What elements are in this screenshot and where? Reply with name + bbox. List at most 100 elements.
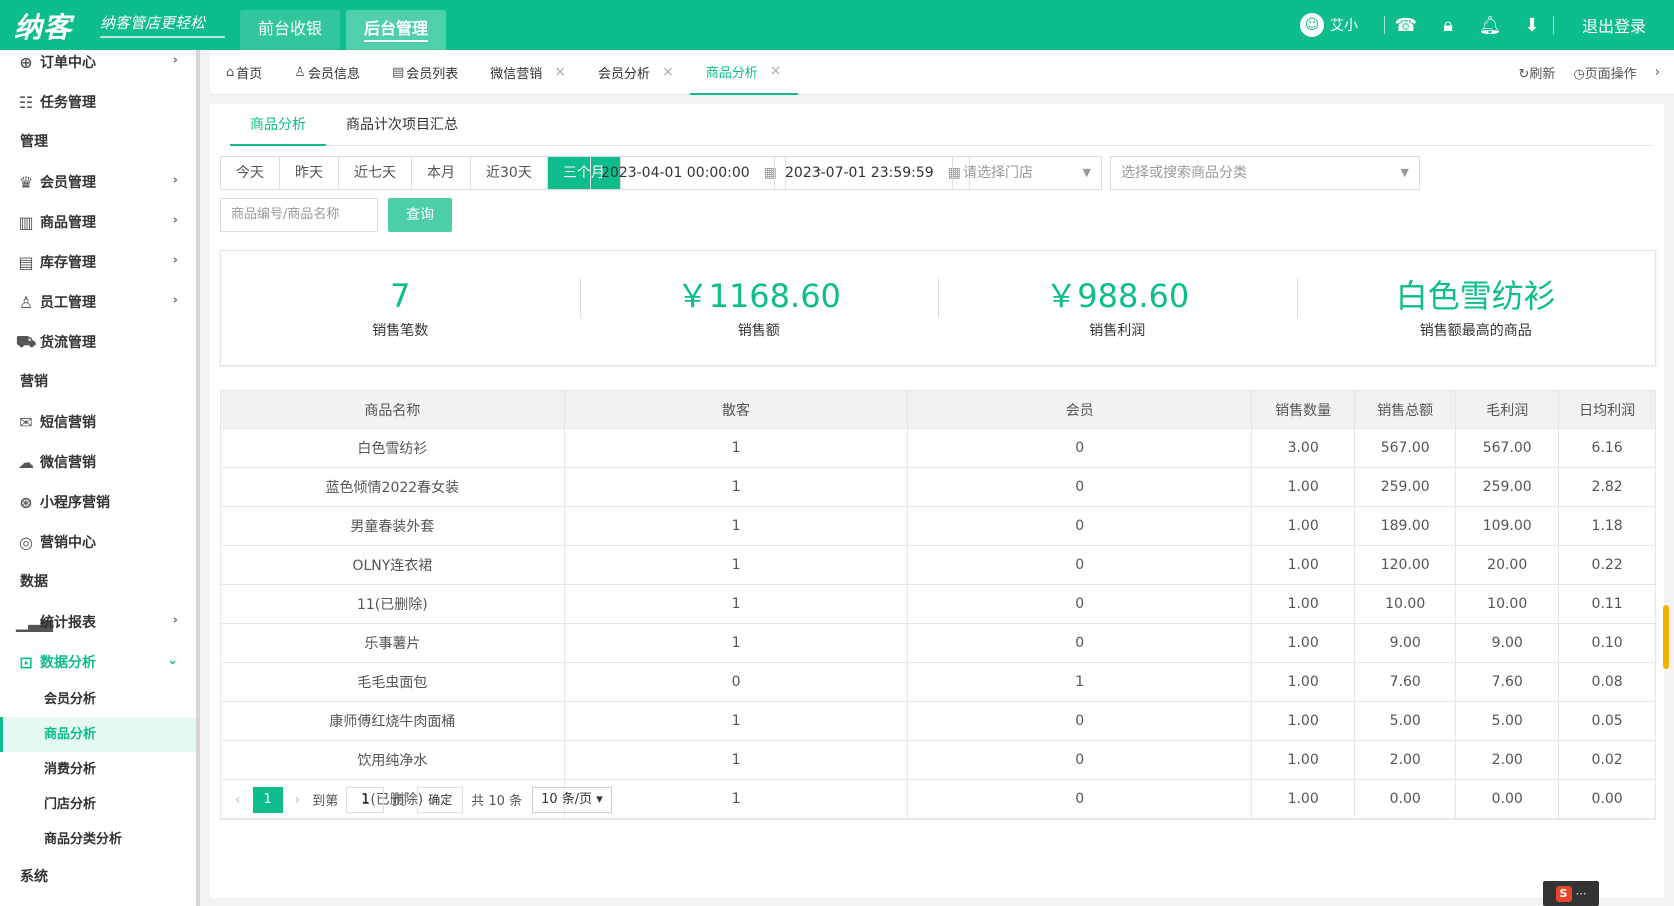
brand-logo[interactable]: 纳客 <box>14 6 72 46</box>
logout-button[interactable]: 退出登录 <box>1554 13 1674 37</box>
subtab-count-summary[interactable]: 商品计次项目汇总 <box>326 104 478 146</box>
cell: 男童春装外套 <box>220 506 565 546</box>
close-icon[interactable]: × <box>770 63 782 79</box>
goto-label: 到第 <box>312 794 339 809</box>
col-gross-profit[interactable]: 毛利润 <box>1455 390 1560 429</box>
prev-page-icon[interactable]: ‹ <box>235 792 241 808</box>
cell: 10.00 <box>1354 584 1457 624</box>
range-7days[interactable]: 近七天 <box>339 157 412 189</box>
top-bar: 纳客 纳客管店更轻松 前台收银 后台管理 ☺ 艾小 ☎ 🔒︎ 🔔︎ ⬇ 退出登录 <box>0 0 1674 50</box>
tab-member-info[interactable]: ♙ 会员信息 <box>278 50 376 95</box>
cell: 0.11 <box>1558 584 1656 624</box>
page-scrollbar-thumb[interactable] <box>1663 605 1669 669</box>
table-row[interactable]: 蓝色倾情2022春女装 1 0 1.00 259.00 259.00 2.82 <box>220 467 1656 507</box>
total-count: 共 10 条 <box>471 794 523 809</box>
table-row[interactable]: 毛毛虫面包 0 1 1.00 7.60 7.60 0.08 <box>220 662 1656 702</box>
col-qty[interactable]: 销售数量 <box>1251 390 1356 429</box>
sidebar-item-logistics[interactable]: ⛟ 货流管理 <box>0 322 200 362</box>
cell: 1 <box>563 545 909 585</box>
table-row[interactable]: 11(已删除) 1 0 1.00 10.00 10.00 0.11 <box>220 584 1656 624</box>
cell: 1.00 <box>1251 467 1356 507</box>
cell: 1 <box>563 701 909 741</box>
table-row[interactable]: 男童春装外套 1 0 1.00 189.00 109.00 1.18 <box>220 506 1656 546</box>
bell-icon[interactable]: 🔔︎ <box>1469 15 1511 36</box>
range-this-month[interactable]: 本月 <box>412 157 471 189</box>
range-today[interactable]: 今天 <box>221 157 280 189</box>
table-row[interactable]: 康师傅红烧牛肉面桶 1 0 1.00 5.00 5.00 0.05 <box>220 701 1656 741</box>
chevron-right-icon[interactable]: › <box>1655 65 1660 80</box>
truck-icon: ⛟ <box>16 331 37 351</box>
sub-tabs: 商品分析 商品计次项目汇总 <box>230 104 1654 146</box>
tab-wechat[interactable]: 微信营销 × <box>474 50 582 95</box>
col-goods-name[interactable]: 商品名称 <box>220 390 565 429</box>
tab-goods-analysis[interactable]: 商品分析 × <box>689 50 798 95</box>
next-page-icon[interactable]: › <box>295 792 301 808</box>
goods-search-input[interactable]: 商品编号/商品名称 <box>220 198 378 232</box>
table-row[interactable]: 白色雪纺衫 1 0 3.00 567.00 567.00 6.16 <box>220 428 1656 468</box>
sidebar-sub-store-analysis[interactable]: 门店分析 <box>0 787 200 822</box>
cell: 0 <box>907 506 1253 546</box>
page-label: 页 <box>392 794 406 809</box>
sidebar-scrollbar[interactable] <box>196 50 200 906</box>
sidebar-item-marketing-center[interactable]: ◎ 营销中心 <box>0 522 200 562</box>
sidebar-sub-category-analysis[interactable]: 商品分类分析 <box>0 822 200 857</box>
subtab-goods-analysis[interactable]: 商品分析 <box>230 104 326 146</box>
page-ops-button[interactable]: ◷页面操作 <box>1573 63 1636 82</box>
tab-member-list[interactable]: ▤ 会员列表 <box>376 50 474 95</box>
sidebar-item-sms[interactable]: ✉ 短信营销 <box>0 402 200 442</box>
sidebar-item-reports[interactable]: ▁▃▅ 统计报表 › <box>0 602 200 642</box>
goods-icon: ▥ <box>18 212 34 232</box>
sidebar-item-staff[interactable]: ♙ 员工管理 › <box>0 282 200 322</box>
query-button[interactable]: 查询 <box>388 198 452 232</box>
cell: 0 <box>907 740 1253 780</box>
table-row[interactable]: OLNY连衣裙 1 0 1.00 120.00 20.00 0.22 <box>220 545 1656 585</box>
sidebar-sub-member-analysis[interactable]: 会员分析 <box>0 682 200 717</box>
tab-member-analysis[interactable]: 会员分析 × <box>582 50 690 95</box>
end-date-input[interactable]: 2023-07-01 23:59:59 ▦ <box>774 156 970 190</box>
sidebar-item-task[interactable]: ☷ 任务管理 <box>0 82 200 122</box>
start-date-input[interactable]: 2023-04-01 00:00:00 ▦ <box>590 156 786 190</box>
table-row[interactable]: 饮用纯净水 1 0 1.00 2.00 2.00 0.02 <box>220 740 1656 780</box>
headset-icon[interactable]: ☎ <box>1385 15 1427 36</box>
lock-icon[interactable]: 🔒︎ <box>1427 15 1469 36</box>
caret-down-icon: ▼ <box>1082 166 1091 179</box>
page-jump-input[interactable]: 1 <box>346 786 385 813</box>
cell: 0.10 <box>1558 623 1656 663</box>
sidebar-item-goods[interactable]: ▥ 商品管理 › <box>0 202 200 242</box>
close-icon[interactable]: × <box>662 64 674 80</box>
range-30days[interactable]: 近30天 <box>471 157 548 189</box>
range-yesterday[interactable]: 昨天 <box>280 157 339 189</box>
sidebar-group-marketing: 营销 <box>20 374 48 390</box>
sidebar-sub-consume-analysis[interactable]: 消费分析 <box>0 752 200 787</box>
nav-backend-admin[interactable]: 后台管理 <box>346 10 446 50</box>
user-avatar[interactable]: ☺ <box>1300 13 1324 37</box>
col-daily-profit[interactable]: 日均利润 <box>1558 390 1656 429</box>
download-icon[interactable]: ⬇ <box>1511 15 1553 36</box>
close-icon[interactable]: × <box>554 64 566 80</box>
col-member[interactable]: 会员 <box>907 390 1253 429</box>
sidebar-item-wechat[interactable]: ☁ 微信营销 <box>0 442 200 482</box>
nav-front-cashier[interactable]: 前台收银 <box>240 10 340 50</box>
sidebar-item-miniprogram[interactable]: ⊛ 小程序营销 <box>0 482 200 522</box>
col-walk-in[interactable]: 散客 <box>563 390 909 429</box>
stat-sales-amount: ￥1168.60 销售额 <box>579 276 939 340</box>
cell: 0.02 <box>1558 740 1656 780</box>
page-size-select[interactable]: 10 条/页 ▾ <box>532 786 612 813</box>
page-confirm-button[interactable]: 确定 <box>417 786 464 813</box>
sidebar-item-stock[interactable]: ▤ 库存管理 › <box>0 242 200 282</box>
sidebar-item-order-center[interactable]: ⊕ 订单中心 › <box>0 50 200 82</box>
col-total[interactable]: 销售总额 <box>1354 390 1457 429</box>
page-number-current[interactable]: 1 <box>252 786 283 813</box>
tab-home[interactable]: ⌂ 首页 <box>210 50 278 95</box>
table-row[interactable]: 乐事薯片 1 0 1.00 9.00 9.00 0.10 <box>220 623 1656 663</box>
mail-icon: ✉ <box>19 412 33 432</box>
refresh-button[interactable]: ↻刷新 <box>1519 63 1556 82</box>
category-select[interactable]: 选择或搜索商品分类 ▼ <box>1110 156 1420 190</box>
user-name[interactable]: 艾小 <box>1330 15 1358 35</box>
store-select[interactable]: 请选择门店 ▼ <box>952 156 1102 190</box>
ime-toolbar[interactable]: S ⋯ <box>1543 881 1599 906</box>
sidebar-item-data-analysis[interactable]: ⊡ 数据分析 ⌄ <box>0 642 200 682</box>
sidebar-item-member[interactable]: ♛ 会员管理 › <box>0 162 200 202</box>
sidebar-sub-goods-analysis[interactable]: 商品分析 <box>0 717 200 752</box>
cell: 1.00 <box>1251 584 1356 624</box>
